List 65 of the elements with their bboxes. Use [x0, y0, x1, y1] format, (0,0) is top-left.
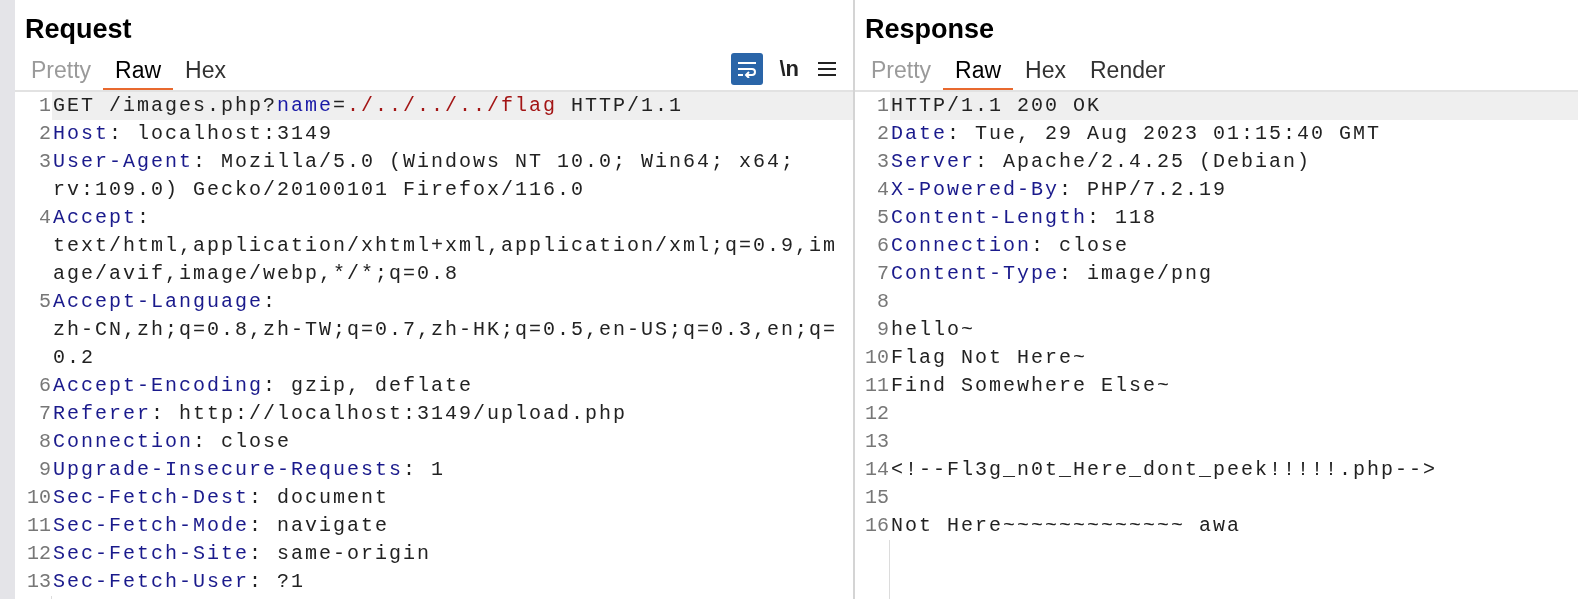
- line-number: 12: [865, 401, 889, 427]
- code-line: Sec-Fetch-Dest: document: [52, 485, 390, 511]
- code-line: Sec-Fetch-Mode: navigate: [52, 513, 390, 539]
- line-number: 3: [877, 149, 889, 175]
- line-number: 15: [865, 485, 889, 511]
- line-number: 10: [27, 485, 51, 511]
- tab[interactable]: Render: [1078, 52, 1178, 90]
- menu-icon: [818, 61, 836, 77]
- code-line: Flag Not Here~: [890, 345, 1088, 371]
- wrap-toggle[interactable]: [731, 53, 764, 85]
- line-number: 9: [39, 457, 51, 483]
- wrap-lines-icon: [736, 60, 759, 78]
- line-number: 14: [865, 457, 889, 483]
- code-line: <!--Fl3g_n0t_Here_dont_peek!!!!!.php-->: [890, 457, 1438, 483]
- code-line: GET /images.php?name=./../../../flag HTTP/1.1: [52, 93, 684, 119]
- code-line: Content-Length: 118: [890, 205, 1158, 231]
- code-line: Sec-Fetch-User: ?1: [52, 569, 306, 595]
- code-line: Sec-Fetch-Site: same-origin: [52, 541, 432, 567]
- line-number: 5: [39, 289, 51, 315]
- line-number: 13: [27, 569, 51, 595]
- code-line: Accept-Language: zh-CN,zh;q=0.8,zh-TW;q=0.7,zh-HK;q=0.5,en-US;q=0.3,en;q=0.2: [52, 289, 838, 371]
- line-number: 7: [877, 261, 889, 287]
- code-line: Accept: text/html,application/xhtml+xml,application/xml;q=0.9,image/avif,image/webp,*/*;q=0.8: [52, 205, 838, 287]
- line-number: 13: [865, 429, 889, 455]
- code-line: hello~: [890, 317, 975, 343]
- line-number: 2: [877, 121, 889, 147]
- code-line: HTTP/1.1 200 OK: [890, 93, 1102, 119]
- code-line: X-Powered-By: PHP/7.2.19: [890, 177, 1228, 203]
- code-line: Not Here~~~~~~~~~~~~~ awa: [890, 513, 1242, 539]
- line-number: 6: [877, 233, 889, 259]
- line-number: 11: [27, 513, 51, 539]
- newline-toggle[interactable]: \n: [777, 54, 801, 84]
- tab[interactable]: Raw: [943, 52, 1014, 90]
- line-number: 2: [39, 121, 51, 147]
- code-line: Upgrade-Insecure-Requests: 1: [52, 457, 446, 483]
- code-line: Host: localhost:3149: [52, 121, 334, 147]
- code-line: Referer: http://localhost:3149/upload.php: [52, 401, 628, 427]
- line-number: 6: [39, 373, 51, 399]
- code-line: Connection: close: [52, 429, 292, 455]
- code-line: User-Agent: Mozilla/5.0 (Windows NT 10.0; Win64; x64; rv:109.0) Gecko/20100101 Firefox/116.0: [52, 149, 797, 203]
- line-number: 12: [27, 541, 51, 567]
- line-number: 5: [877, 205, 889, 231]
- line-number: 9: [877, 317, 889, 343]
- line-number: 11: [865, 373, 889, 399]
- line-number: 1: [39, 93, 51, 119]
- line-number: 4: [39, 205, 51, 231]
- line-number: 16: [865, 513, 889, 539]
- line-number: 4: [877, 177, 889, 203]
- line-number: 3: [39, 149, 51, 175]
- code-line: Find Somewhere Else~: [890, 373, 1172, 399]
- code-line: Server: Apache/2.4.25 (Debian): [890, 149, 1312, 175]
- pane-title: Response: [864, 13, 996, 46]
- line-number: 8: [39, 429, 51, 455]
- code-line: Accept-Encoding: gzip, deflate: [52, 373, 474, 399]
- line-number: 1: [877, 93, 889, 119]
- line-number: 8: [877, 289, 889, 315]
- code-line: Content-Type: image/png: [890, 261, 1214, 287]
- code-line: Date: Tue, 29 Aug 2023 01:15:40 GMT: [890, 121, 1382, 147]
- line-number: 10: [865, 345, 889, 371]
- tab[interactable]: Raw: [103, 52, 174, 90]
- tab[interactable]: Hex: [173, 52, 238, 90]
- code-line: Connection: close: [890, 233, 1130, 259]
- line-number: 7: [39, 401, 51, 427]
- tab[interactable]: Hex: [1013, 52, 1078, 90]
- pane-title: Request: [24, 13, 133, 46]
